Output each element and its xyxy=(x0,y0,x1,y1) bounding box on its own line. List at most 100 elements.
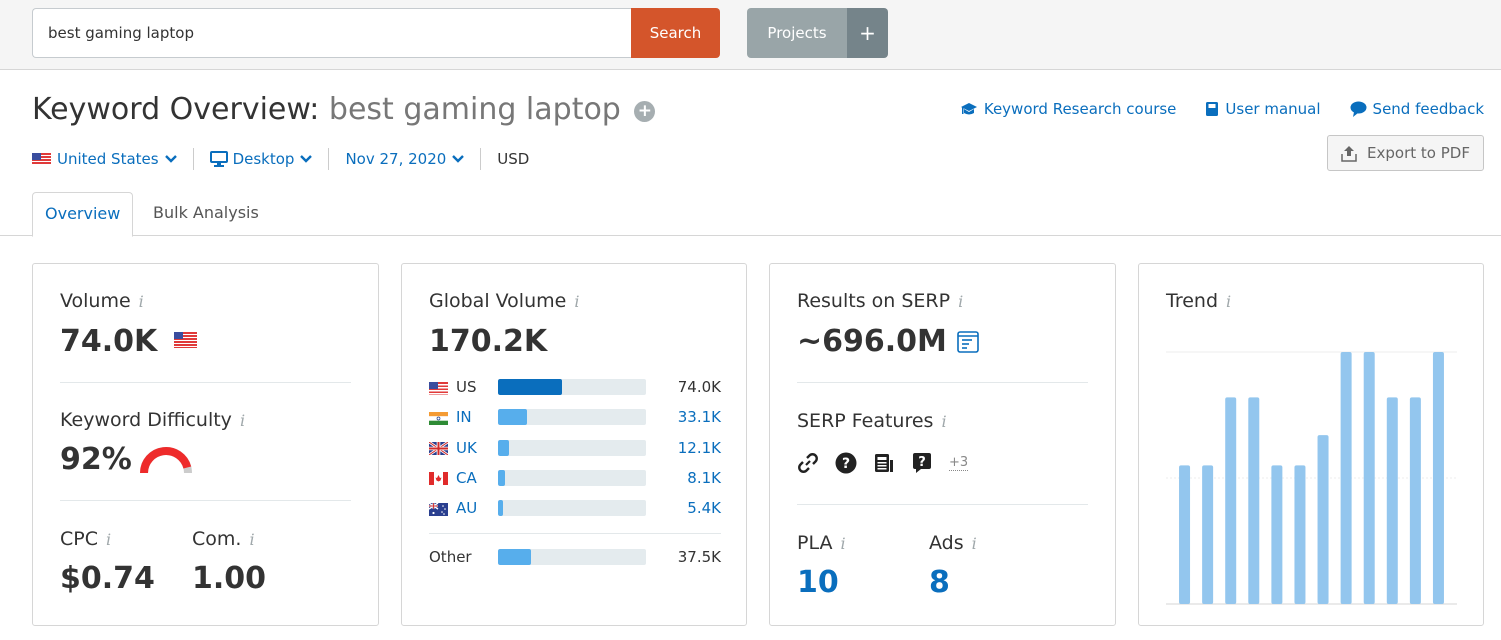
divider xyxy=(192,148,194,170)
com-label: Com. i xyxy=(192,528,255,550)
country-row-uk[interactable]: UK 12.1K xyxy=(428,438,721,458)
keyword-research-course-link[interactable]: Keyword Research course xyxy=(960,100,1177,118)
question-circle-icon[interactable]: ? xyxy=(835,452,857,474)
other-bar-track xyxy=(498,549,646,565)
info-icon[interactable]: i xyxy=(941,412,946,431)
com-label-text: Com. xyxy=(192,528,242,550)
course-label: Keyword Research course xyxy=(983,100,1177,118)
title-keyword: best gaming laptop xyxy=(328,92,621,127)
add-project-button[interactable]: + xyxy=(847,8,888,58)
search-input[interactable] xyxy=(32,8,632,58)
cpc-label: CPC i xyxy=(60,528,111,550)
country-bar-fill xyxy=(498,500,503,517)
country-bar-fill xyxy=(498,439,509,456)
trend-bar[interactable] xyxy=(1225,397,1237,604)
trend-bar[interactable] xyxy=(1271,465,1283,604)
uk-flag-icon xyxy=(428,441,449,457)
ads-label: Ads i xyxy=(929,532,977,554)
serp-card: Results on SERP i ~696.0M SERP Features i … xyxy=(769,263,1116,626)
info-icon[interactable]: i xyxy=(240,411,245,430)
title-prefix: Keyword Overview: xyxy=(32,92,320,127)
volume-value: 74.0K xyxy=(60,324,203,359)
trend-bar[interactable] xyxy=(1248,397,1260,604)
trend-bar[interactable] xyxy=(1179,465,1191,604)
pla-value[interactable]: 10 xyxy=(797,565,839,600)
currency-label: USD xyxy=(497,150,530,168)
results-label: Results on SERP i xyxy=(797,290,963,312)
divider xyxy=(480,148,482,170)
volume-number: 74.0K xyxy=(60,324,158,359)
trend-chart xyxy=(1166,351,1457,605)
tab-bulk-analysis[interactable]: Bulk Analysis xyxy=(141,192,271,237)
info-icon[interactable]: i xyxy=(574,292,579,311)
kd-label: Keyword Difficulty i xyxy=(60,409,245,431)
serp-snapshot-icon[interactable] xyxy=(957,331,980,353)
info-icon[interactable]: i xyxy=(840,534,845,553)
device-label: Desktop xyxy=(232,150,295,168)
country-row-ca[interactable]: CA 8.1K xyxy=(429,468,721,488)
country-row-au[interactable]: AU 5.4K xyxy=(428,498,721,518)
country-bar-track xyxy=(498,500,646,517)
trend-bar[interactable] xyxy=(1202,465,1214,604)
info-icon[interactable]: i xyxy=(958,292,963,311)
country-label: United States xyxy=(57,150,159,168)
serp-features-label: SERP Features i xyxy=(797,410,947,432)
country-value: 74.0K xyxy=(677,378,721,396)
country-bar-track xyxy=(498,409,646,426)
more-features-link[interactable]: +3 xyxy=(949,455,969,471)
trend-bar[interactable] xyxy=(1340,352,1352,604)
speech-bubble-icon xyxy=(1350,101,1367,117)
global-volume-value: 170.2K xyxy=(429,324,548,359)
trend-bar[interactable] xyxy=(1294,465,1306,604)
divider xyxy=(60,382,351,383)
cpc-value: $0.74 xyxy=(60,561,155,596)
link-icon[interactable] xyxy=(797,452,819,474)
results-value: ~696.0M xyxy=(797,324,980,359)
country-bar-track xyxy=(498,439,646,456)
info-icon[interactable]: i xyxy=(249,530,254,549)
results-label-text: Results on SERP xyxy=(797,290,951,312)
serp-features-list: ? ? +3 xyxy=(797,452,969,474)
add-keyword-icon[interactable]: + xyxy=(634,101,656,122)
divider xyxy=(429,533,721,534)
country-row-us[interactable]: US 74.0K xyxy=(429,377,721,397)
ca-flag-icon xyxy=(429,471,448,486)
search-button[interactable]: Search xyxy=(631,8,720,58)
country-bar-track xyxy=(498,469,646,486)
country-value: 5.4K xyxy=(687,499,721,518)
news-icon[interactable] xyxy=(873,452,895,474)
trend-bar[interactable] xyxy=(1432,352,1444,604)
date-dropdown[interactable]: Nov 27, 2020 xyxy=(345,150,465,168)
send-feedback-link[interactable]: Send feedback xyxy=(1350,100,1484,118)
tab-overview[interactable]: Overview xyxy=(32,192,134,237)
question-bubble-icon[interactable]: ? xyxy=(911,452,933,474)
divider xyxy=(328,148,330,170)
info-icon[interactable]: i xyxy=(972,534,977,553)
ads-value[interactable]: 8 xyxy=(929,565,950,600)
com-value: 1.00 xyxy=(192,561,267,596)
results-number: ~696.0M xyxy=(797,324,947,359)
user-manual-link[interactable]: User manual xyxy=(1205,100,1321,118)
trend-bar[interactable] xyxy=(1317,435,1329,604)
desktop-icon xyxy=(209,151,228,167)
country-dropdown[interactable]: United States xyxy=(32,150,177,168)
country-row-in[interactable]: IN 33.1K xyxy=(429,407,721,427)
ads-label-text: Ads xyxy=(929,532,964,554)
serp-features-label-text: SERP Features xyxy=(797,410,934,432)
cpc-label-text: CPC xyxy=(60,528,98,550)
export-pdf-button[interactable]: Export to PDF xyxy=(1327,135,1484,171)
volume-label: Volume i xyxy=(60,290,144,312)
trend-bar[interactable] xyxy=(1409,397,1421,604)
info-icon[interactable]: i xyxy=(139,292,144,311)
projects-button[interactable]: Projects xyxy=(747,8,847,58)
device-dropdown[interactable]: Desktop xyxy=(209,150,313,168)
kd-label-text: Keyword Difficulty xyxy=(60,409,232,431)
trend-bar[interactable] xyxy=(1363,352,1375,604)
date-label: Nov 27, 2020 xyxy=(345,150,447,168)
book-icon xyxy=(1206,102,1219,116)
manual-label: User manual xyxy=(1225,100,1321,118)
country-bar-fill xyxy=(498,409,527,426)
trend-bar[interactable] xyxy=(1386,397,1398,604)
info-icon[interactable]: i xyxy=(106,530,111,549)
kd-value: 92% xyxy=(60,442,132,477)
